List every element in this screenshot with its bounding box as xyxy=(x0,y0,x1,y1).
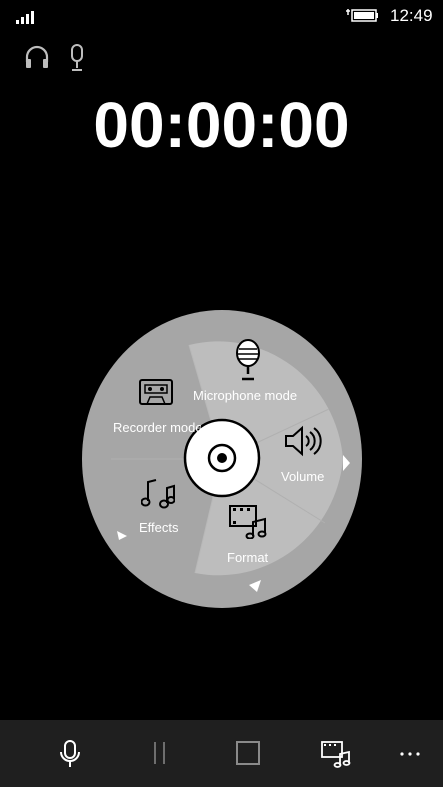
volume-label[interactable]: Volume xyxy=(281,469,324,484)
radial-menu[interactable]: Microphone mode Recorder mode Volume Eff… xyxy=(81,309,363,609)
film-music-icon xyxy=(229,505,267,539)
format-button[interactable] xyxy=(306,720,366,787)
signal-icon xyxy=(16,11,34,24)
recorder-mode-label[interactable]: Recorder mode xyxy=(113,420,201,435)
film-music-icon xyxy=(321,741,351,768)
more-icon xyxy=(400,752,420,756)
vintage-microphone-icon xyxy=(236,339,260,381)
microphone-mode-label[interactable]: Microphone mode xyxy=(193,388,297,403)
stop-icon xyxy=(236,741,260,765)
format-label[interactable]: Format xyxy=(227,550,268,565)
clock: 12:49 xyxy=(390,6,433,25)
record-button[interactable] xyxy=(40,720,100,787)
effects-label[interactable]: Effects xyxy=(139,520,179,535)
battery-icon xyxy=(346,9,378,22)
microphone-icon xyxy=(60,740,80,767)
status-bar: 12:49 xyxy=(0,0,443,32)
elapsed-timer: 00:00:00 xyxy=(93,89,350,161)
pause-icon xyxy=(154,742,165,764)
stop-button[interactable] xyxy=(218,720,278,787)
music-notes-icon xyxy=(141,479,175,509)
pause-button[interactable] xyxy=(130,720,190,787)
cassette-icon xyxy=(139,379,173,405)
speaker-volume-icon xyxy=(285,425,322,457)
app-bar xyxy=(0,720,443,787)
more-button[interactable] xyxy=(380,720,440,787)
headphones-icon[interactable] xyxy=(24,44,50,70)
microphone-icon[interactable] xyxy=(66,44,88,72)
